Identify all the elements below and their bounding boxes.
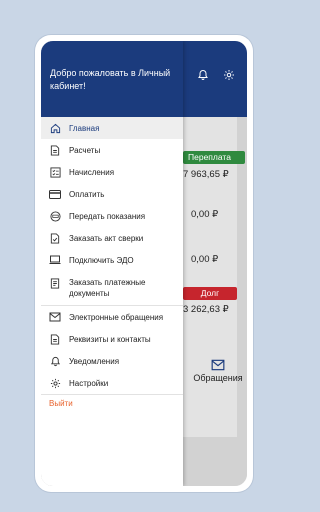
menu-item-label: Уведомления — [69, 356, 120, 366]
gear-icon — [49, 377, 61, 389]
menu-item-label: Начисления — [69, 167, 115, 177]
debt-badge: Долг — [183, 287, 237, 300]
menu-item-label: Электронные обращения — [69, 312, 164, 322]
mail-icon — [49, 311, 61, 323]
amount-zero-1: 0,00 ₽ — [191, 209, 219, 220]
menu-item-reconciliation[interactable]: Заказать акт сверки — [41, 227, 183, 249]
screen: Переплата 7 963,65 ₽ 0,00 ₽ 0,00 ₽ Долг … — [41, 41, 247, 486]
amount-zero-2: 0,00 ₽ — [191, 254, 219, 265]
menu-item-label: Подключить ЭДО — [69, 255, 134, 265]
menu-item-label: Оплатить — [69, 189, 105, 199]
home-icon — [49, 122, 61, 134]
menu-item-label: Реквизиты и контакты — [69, 334, 151, 344]
menu-item-label: Заказать платежные документы — [69, 278, 146, 298]
menu-divider — [41, 394, 183, 395]
logout-link[interactable]: Выйти — [49, 399, 73, 408]
menu-item-pay[interactable]: Оплатить — [41, 183, 183, 205]
bell-icon[interactable] — [197, 69, 211, 83]
amount-debt: 3 262,63 ₽ — [183, 304, 229, 315]
menu-item-label: Передать показания — [69, 211, 146, 221]
menu-item-meter-readings[interactable]: Передать показания — [41, 205, 183, 227]
menu-item-requisites[interactable]: Реквизиты и контакты — [41, 328, 183, 350]
navigation-drawer: Добро пожаловать в Личный кабинет! Главн… — [41, 41, 183, 486]
summary-panel — [181, 117, 237, 437]
laptop-icon — [49, 254, 61, 266]
menu-item-appeals[interactable]: Электронные обращения — [41, 306, 183, 328]
checklist-icon — [49, 166, 61, 178]
menu-item-calculations[interactable]: Расчеты — [41, 139, 183, 161]
document-lines-icon — [49, 277, 61, 289]
gear-icon[interactable] — [223, 69, 237, 83]
document-icon — [49, 144, 61, 156]
document-check-icon — [49, 232, 61, 244]
menu-item-accruals[interactable]: Начисления — [41, 161, 183, 183]
mail-icon — [183, 359, 247, 371]
menu-item-label: Заказать акт сверки — [69, 233, 144, 243]
menu-item-label: Расчеты — [69, 145, 101, 155]
meter-icon — [49, 210, 61, 222]
menu-item-settings[interactable]: Настройки — [41, 372, 183, 394]
amount-overpay: 7 963,65 ₽ — [183, 169, 229, 180]
appeals-label: Обращения — [193, 373, 243, 383]
menu-item-label: Настройки — [69, 378, 109, 388]
menu-item-notifications[interactable]: Уведомления — [41, 350, 183, 372]
bell-icon — [49, 355, 61, 367]
drawer-menu: Главная Расчеты Начисления Оплатить Пере… — [41, 117, 183, 395]
welcome-text: Добро пожаловать в Личный кабинет! — [50, 68, 171, 91]
drawer-header: Добро пожаловать в Личный кабинет! — [41, 41, 183, 117]
menu-item-home[interactable]: Главная — [41, 117, 183, 139]
card-icon — [49, 188, 61, 200]
menu-item-label: Главная — [69, 123, 100, 133]
overpay-badge: Переплата — [183, 151, 245, 164]
appeals-shortcut[interactable]: Обращения — [183, 359, 247, 383]
menu-item-payment-documents[interactable]: Заказать платежные документы — [41, 271, 183, 305]
phone-frame: Переплата 7 963,65 ₽ 0,00 ₽ 0,00 ₽ Долг … — [35, 35, 253, 492]
menu-item-edo[interactable]: Подключить ЭДО — [41, 249, 183, 271]
document-icon — [49, 333, 61, 345]
